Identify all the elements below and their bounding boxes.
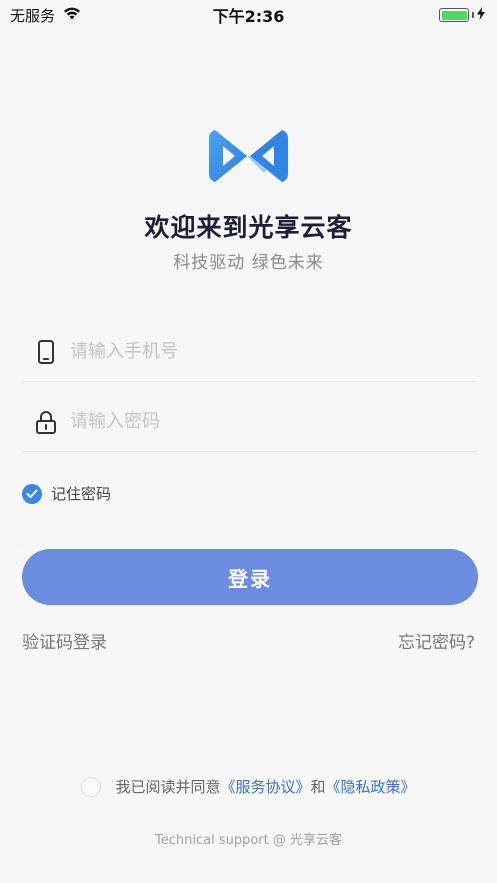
- sms-login-link[interactable]: 验证码登录: [22, 628, 107, 653]
- agreement-checkbox[interactable]: [81, 776, 102, 797]
- forgot-password-link[interactable]: 忘记密码?: [398, 628, 475, 653]
- status-left: 无服务: [10, 5, 81, 26]
- password-input[interactable]: [70, 411, 477, 432]
- login-screen: 无服务 下午2:36 欢迎来到光享云客 科技驱动 绿色未来 请输入手机号 记住密…: [0, 0, 497, 883]
- remember-password-toggle[interactable]: 记住密码: [22, 483, 111, 504]
- agreement-prefix: 我已阅读并同意: [115, 778, 221, 796]
- agreement-text: 我已阅读并同意《服务协议》和《隐私政策》: [115, 776, 415, 797]
- login-button[interactable]: 登录: [22, 549, 478, 605]
- phone-input[interactable]: [70, 341, 477, 362]
- battery-tip: [472, 12, 474, 18]
- battery-icon: [439, 8, 469, 22]
- agreement-row: 我已阅读并同意《服务协议》和《隐私政策》: [0, 776, 497, 797]
- checkmark-icon[interactable]: [22, 483, 42, 504]
- lock-icon: [22, 410, 70, 434]
- password-field: [22, 392, 477, 452]
- privacy-policy-link[interactable]: 《隐私政策》: [326, 778, 416, 796]
- phone-icon: [22, 339, 70, 364]
- technical-support-footer: Technical support @ 光享云客: [154, 833, 342, 848]
- status-right: [439, 7, 485, 23]
- app-title: 欢迎来到光享云客: [144, 213, 353, 242]
- app-subtitle: 科技驱动 绿色未来: [173, 253, 324, 273]
- service-agreement-link[interactable]: 《服务协议》: [220, 778, 310, 796]
- remember-password-label: 记住密码: [51, 485, 112, 503]
- charging-icon: [477, 7, 485, 23]
- bowtie-logo-icon: [207, 126, 290, 186]
- carrier-label: 无服务: [10, 6, 56, 25]
- agreement-conjunction: 和: [310, 778, 326, 796]
- wifi-icon: [63, 6, 81, 24]
- phone-field: [22, 322, 477, 382]
- battery-level: [441, 10, 467, 20]
- status-bar: 无服务 下午2:36: [0, 0, 497, 30]
